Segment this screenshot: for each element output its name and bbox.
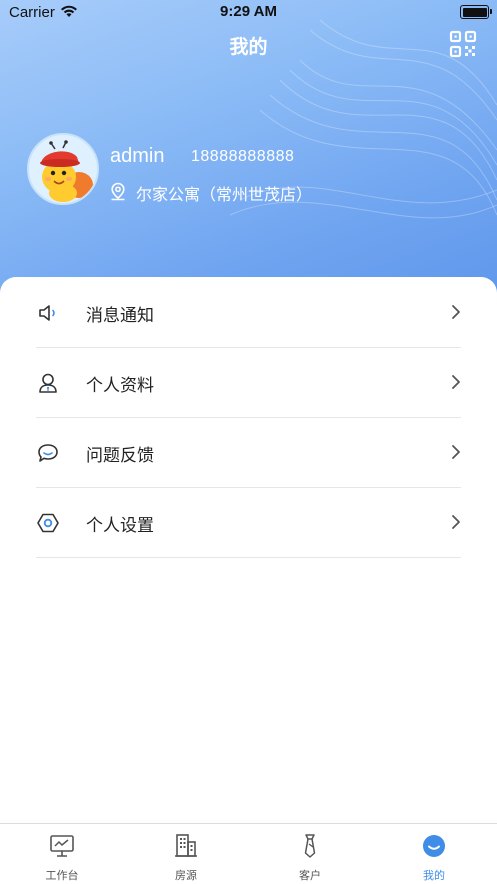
smile-circle-icon [423, 835, 445, 857]
settings-hexagon-icon [37, 513, 59, 533]
chevron-right-icon [452, 305, 460, 319]
menu-item-feedback[interactable]: 问题反馈 [36, 417, 461, 488]
tab-label: 工作台 [45, 869, 79, 882]
chevron-right-icon [452, 445, 460, 459]
building-icon [175, 834, 197, 857]
qr-code-icon[interactable] [449, 30, 477, 58]
page-title: 我的 [229, 36, 268, 58]
tab-listings[interactable]: 房源 [124, 824, 248, 884]
mascot-avatar-image [29, 135, 97, 203]
menu-item-label: 个人资料 [86, 376, 154, 396]
menu-item-notifications[interactable]: 消息通知 [36, 277, 461, 348]
menu-item-label: 问题反馈 [86, 446, 154, 466]
clock: 9:29 AM [220, 3, 277, 20]
tab-label: 房源 [175, 869, 197, 882]
tie-icon [304, 834, 316, 858]
tab-customers[interactable]: 客户 [248, 824, 372, 884]
battery-icon [460, 5, 492, 19]
location-pin-icon [111, 182, 125, 201]
menu-card: 消息通知 个人资料 问题反馈 个人设置 [0, 277, 497, 837]
menu-item-label: 消息通知 [86, 306, 154, 326]
phone-number: 18888888888 [191, 148, 295, 165]
username: admin [110, 145, 165, 167]
tab-bar: 工作台 房源 客户 我的 [0, 823, 497, 884]
avatar[interactable] [27, 133, 99, 205]
tab-mine[interactable]: 我的 [372, 824, 496, 884]
tab-label: 我的 [423, 869, 445, 882]
tab-label: 客户 [299, 869, 321, 882]
chat-bubble-icon [38, 444, 58, 462]
store-name: 尔家公寓（常州世茂店） [136, 185, 313, 204]
status-bar: Carrier 9:29 AM [0, 0, 497, 26]
speaker-icon [39, 305, 55, 321]
monitor-chart-icon [50, 835, 74, 857]
menu-item-settings[interactable]: 个人设置 [36, 487, 461, 558]
chevron-right-icon [452, 375, 460, 389]
menu-item-label: 个人设置 [86, 516, 154, 536]
chevron-right-icon [452, 515, 460, 529]
tab-workbench[interactable]: 工作台 [0, 824, 124, 884]
menu-item-profile[interactable]: 个人资料 [36, 347, 461, 418]
person-icon [39, 373, 57, 393]
